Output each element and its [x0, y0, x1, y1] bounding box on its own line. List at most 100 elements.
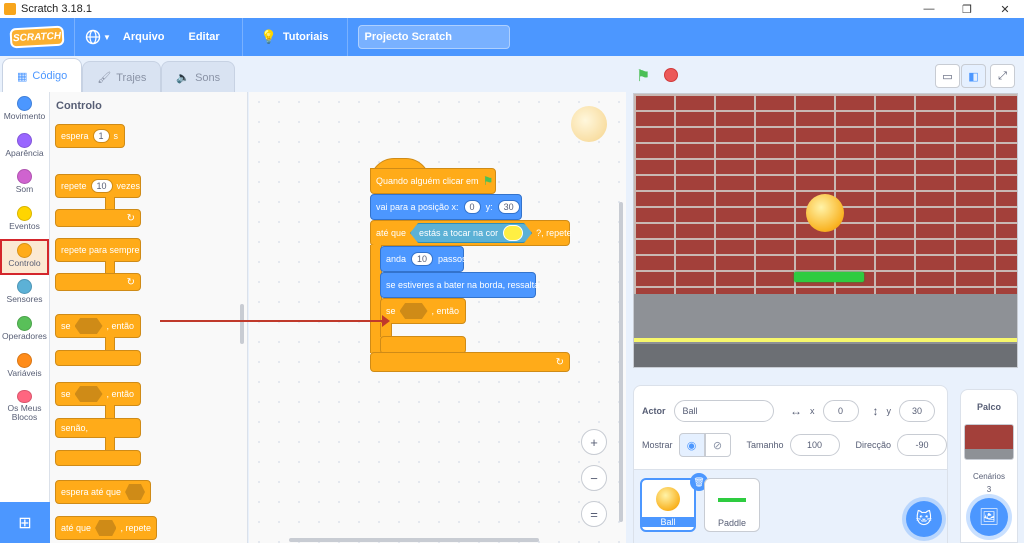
repeat-until-script-footer: ↻ [370, 352, 570, 372]
category-events[interactable]: Eventos [0, 202, 49, 239]
category-operators[interactable]: Operadores [0, 312, 49, 349]
stage-header: ⚑ ▭ ◧ ⤢ [626, 58, 1024, 92]
close-button[interactable]: ✕ [986, 3, 1024, 16]
sprite-direction-input[interactable]: -90 [897, 434, 948, 456]
category-variables[interactable]: Variáveis [0, 349, 49, 386]
condition-slot[interactable] [399, 303, 428, 319]
show-sprite-button[interactable]: ◉ [678, 433, 705, 457]
repeat-block[interactable]: repete 10 vezes [55, 174, 141, 198]
code-icon: ▦ [17, 70, 28, 83]
wait-block[interactable]: espera 1 s [55, 124, 125, 148]
condition-slot[interactable] [74, 318, 103, 334]
loop-arrow-icon: ↻ [555, 356, 564, 368]
sprite-card-ball[interactable]: Ball 🗑 [640, 473, 708, 532]
stage-thumbnail [964, 424, 1014, 460]
tutorials-button[interactable]: 💡 Tutoriais [253, 29, 337, 45]
sprite-size-input[interactable]: 100 [789, 434, 840, 456]
scratch-logo[interactable]: SCRATCH [9, 25, 65, 49]
choose-sprite-button[interactable]: 🐱 [906, 501, 942, 537]
sprite-x-input[interactable]: 0 [822, 400, 859, 422]
code-horizontal-scrollbar[interactable] [289, 538, 539, 542]
category-sensing[interactable]: Sensores [0, 275, 49, 312]
ball-sprite[interactable] [806, 194, 844, 232]
forever-block[interactable]: repete para sempre [55, 238, 141, 262]
paddle-sprite[interactable] [794, 272, 864, 282]
when-flag-clicked-block[interactable]: Quando alguém clicar em ⚑ [370, 168, 496, 194]
language-menu[interactable]: ▼ [85, 29, 111, 45]
tab-costumes-label: Trajes [116, 71, 147, 84]
wait-seconds-input[interactable]: 1 [92, 129, 110, 143]
minimize-button[interactable]: — [910, 3, 948, 16]
image-add-icon: 🖼 [978, 509, 1000, 526]
category-motion[interactable]: Movimento [0, 92, 49, 129]
chevron-down-icon: ▼ [103, 32, 111, 42]
zoom-out-button[interactable]: − [581, 465, 607, 491]
if-then-block[interactable]: se , então [55, 314, 141, 338]
go-to-xy-block[interactable]: vai para a posição x: 0 y: 30 [370, 194, 522, 220]
repeat-count-input[interactable]: 10 [90, 179, 113, 193]
condition-slot[interactable] [74, 386, 103, 402]
category-my-blocks[interactable]: Os Meus Blocos [0, 386, 49, 423]
goto-x-input[interactable]: 0 [463, 200, 481, 214]
condition-slot[interactable] [95, 520, 117, 536]
tutorials-label: Tutoriais [282, 31, 329, 43]
stage-canvas[interactable] [633, 93, 1018, 368]
if-else-block-footer [55, 450, 141, 466]
move-steps-block[interactable]: anda 10 passos [380, 246, 467, 272]
show-label: Mostrar [642, 440, 673, 450]
code-vertical-scrollbar[interactable] [619, 202, 623, 522]
add-extension-button[interactable]: ⊞ [0, 502, 50, 543]
category-control[interactable]: Controlo [0, 238, 49, 276]
tab-code-label: Código [32, 70, 68, 82]
speaker-icon: 🔈 [176, 72, 191, 84]
choose-backdrop-button[interactable]: 🖼 [970, 498, 1008, 536]
condition-slot[interactable] [125, 484, 145, 500]
fullscreen-button[interactable]: ⤢ [990, 64, 1015, 88]
sprite-name-input[interactable]: Ball [673, 400, 774, 422]
loop-arrow-icon: ↻ [126, 212, 135, 224]
small-stage-button[interactable]: ▭ [935, 64, 960, 88]
bounce-on-edge-block[interactable]: se estiveres a bater na borda, ressalta [380, 272, 539, 298]
category-dot [17, 206, 32, 222]
wait-until-block[interactable]: espera até que [55, 480, 151, 504]
restore-button[interactable]: ❐ [948, 3, 986, 16]
normal-stage-button[interactable]: ◧ [961, 64, 986, 88]
zoom-in-icon: + [590, 434, 598, 450]
zoom-reset-button[interactable]: = [581, 501, 607, 527]
scratch-app-icon [4, 3, 16, 15]
window-controls: — ❐ ✕ [910, 3, 1024, 16]
hide-sprite-button[interactable]: ⊘ [704, 433, 731, 457]
file-menu[interactable]: Arquivo [111, 31, 177, 43]
tab-costumes[interactable]: 🖌 Trajes [82, 61, 162, 93]
goto-y-input[interactable]: 30 [497, 200, 520, 214]
green-flag-button[interactable]: ⚑ [636, 66, 650, 86]
eye-icon: ◉ [686, 439, 697, 452]
category-dot [17, 242, 32, 258]
ball-thumbnail [656, 487, 680, 511]
project-title-input[interactable]: Projecto Scratch [357, 25, 510, 49]
tab-sounds[interactable]: 🔈 Sons [161, 61, 236, 93]
sprite-card-paddle[interactable]: Paddle [704, 478, 760, 532]
category-sound[interactable]: Som [0, 165, 49, 202]
sprite-y-input[interactable]: 30 [899, 400, 935, 422]
edit-menu[interactable]: Editar [176, 31, 231, 43]
color-picker-swatch[interactable] [503, 225, 523, 241]
brush-icon: 🖌 [97, 72, 112, 84]
touching-color-block[interactable]: estás a tocar na cor [410, 223, 532, 243]
repeat-until-script-block[interactable]: até que estás a tocar na cor ?, repete [370, 220, 572, 246]
sprite-card-label: Ball [642, 517, 694, 527]
tab-code[interactable]: ▦ Código [2, 58, 83, 93]
repeat-until-block[interactable]: até que , repete [55, 516, 157, 540]
zoom-in-button[interactable]: + [581, 429, 607, 455]
if-then-script-block[interactable]: se , então [380, 298, 466, 324]
extension-icon: ⊞ [18, 514, 32, 532]
code-area[interactable]: Quando alguém clicar em ⚑ vai para a pos… [249, 92, 626, 543]
eye-slash-icon: ⊘ [712, 439, 723, 452]
stop-button[interactable] [664, 68, 678, 82]
lightbulb-icon: 💡 [260, 29, 277, 44]
move-steps-input[interactable]: 10 [411, 252, 434, 266]
palette-scrollbar[interactable] [240, 304, 244, 344]
if-else-block[interactable]: se , então [55, 382, 141, 406]
category-looks[interactable]: Aparência [0, 129, 49, 166]
if-then-block-footer [55, 350, 141, 366]
